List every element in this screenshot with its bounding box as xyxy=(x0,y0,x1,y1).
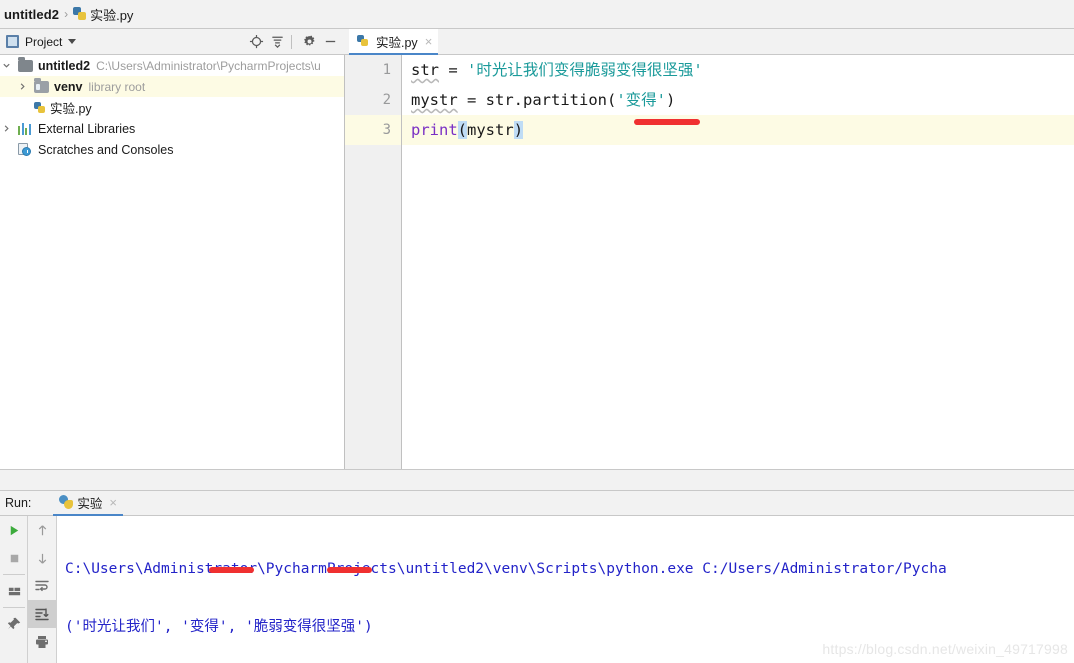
project-tree[interactable]: untitled2 C:\Users\Administrator\Pycharm… xyxy=(0,55,345,469)
collapse-all-icon[interactable] xyxy=(268,33,286,51)
folder-venv-icon xyxy=(34,78,49,93)
clear-all-icon[interactable] xyxy=(28,656,56,663)
gear-icon[interactable] xyxy=(300,33,318,51)
divider xyxy=(3,574,25,575)
code-token: = xyxy=(439,61,467,79)
project-window-icon xyxy=(6,35,19,48)
run-tab-label: 实验 xyxy=(77,496,103,511)
code-line-1[interactable]: str = '时光让我们变得脆弱变得很坚强' xyxy=(403,55,1074,85)
soft-wrap-icon[interactable] xyxy=(28,572,56,600)
editor-bottom-strip xyxy=(0,469,1074,491)
code-token: mystr xyxy=(411,91,458,109)
python-file-icon xyxy=(357,35,369,47)
breadcrumb-separator: › xyxy=(64,7,69,21)
run-toolbar-left xyxy=(0,516,28,663)
console-line: ('时光让我们', '变得', '脆弱变得很坚强') xyxy=(65,619,373,635)
code-token: ) xyxy=(665,91,676,109)
divider xyxy=(3,607,25,608)
line-number: 1 xyxy=(382,62,391,78)
python-file-icon xyxy=(34,101,46,114)
run-toolbar-console xyxy=(28,516,57,663)
layout-icon[interactable] xyxy=(0,577,28,605)
code-editor[interactable]: 1 2 3 str = '时光让我们变得脆弱变得很坚强' mystr = str… xyxy=(345,55,1074,469)
tree-label: 实验.py xyxy=(50,102,92,116)
code-line-2[interactable]: mystr = str.partition('变得') xyxy=(403,85,1074,115)
project-panel-title[interactable]: Project xyxy=(25,35,62,49)
run-panel-label: Run: xyxy=(5,496,32,510)
project-panel-header: Project xyxy=(0,29,345,55)
breadcrumb: untitled2 › 实验.py xyxy=(0,0,1074,29)
tab-shiyan-py[interactable]: 实验.py × xyxy=(349,29,439,55)
tree-row-file[interactable]: 实验.py xyxy=(0,97,344,118)
code-token-brace: ) xyxy=(513,121,524,139)
run-tab-shiyan[interactable]: 实验 × xyxy=(53,490,124,516)
print-icon[interactable] xyxy=(28,628,56,656)
chevron-down-icon[interactable] xyxy=(68,39,77,44)
tree-row[interactable]: untitled2 C:\Users\Administrator\Pycharm… xyxy=(0,55,344,76)
line-number: 3 xyxy=(345,115,401,145)
scroll-to-end-icon[interactable] xyxy=(28,600,56,628)
close-icon[interactable]: × xyxy=(425,35,433,48)
code-token: mystr xyxy=(467,121,514,139)
code-token-brace: ( xyxy=(457,121,468,139)
locate-icon[interactable] xyxy=(247,33,265,51)
tree-detail: C:\Users\Administrator\PycharmProjects\u xyxy=(96,58,321,73)
tree-label: untitled2 xyxy=(38,58,91,73)
editor-tabbar: 实验.py × xyxy=(345,29,1074,55)
libraries-icon xyxy=(18,122,33,135)
tree-row-scratches[interactable]: Scratches and Consoles xyxy=(0,139,344,160)
toolbar-divider xyxy=(291,34,292,49)
arrow-up-icon[interactable] xyxy=(28,516,56,544)
code-text-area[interactable]: str = '时光让我们变得脆弱变得很坚强' mystr = str.parti… xyxy=(403,55,1074,469)
code-line-3[interactable]: print(mystr) xyxy=(403,115,1074,145)
folder-icon xyxy=(18,57,33,72)
red-underline-console-1 xyxy=(209,567,254,573)
code-token: str xyxy=(411,61,439,79)
line-number: 2 xyxy=(382,92,391,108)
watermark: https://blog.csdn.net/weixin_49717998 xyxy=(822,641,1068,657)
code-token-function: print xyxy=(411,121,458,139)
breadcrumb-file[interactable]: 实验.py xyxy=(73,5,133,24)
arrow-down-icon[interactable] xyxy=(28,544,56,572)
close-icon[interactable]: × xyxy=(109,496,117,509)
run-icon[interactable] xyxy=(0,516,28,544)
tree-label: venv xyxy=(54,79,83,94)
line-number-gutter: 1 2 3 xyxy=(345,55,402,469)
tree-label: Scratches and Consoles xyxy=(38,142,174,157)
run-panel-header: Run: 实验 × xyxy=(0,490,1074,516)
tree-label: External Libraries xyxy=(38,121,136,136)
tab-label: 实验.py xyxy=(376,35,418,50)
tree-detail: library root xyxy=(88,79,146,94)
pycharm-window: untitled2 › 实验.py Project untitled2 C:\U… xyxy=(0,0,1074,663)
python-icon xyxy=(59,495,74,509)
chevron-down-icon[interactable] xyxy=(2,61,18,70)
code-token: = str.partition( xyxy=(457,91,617,109)
chevron-right-icon[interactable] xyxy=(2,124,18,133)
code-token-string: '变得' xyxy=(616,91,666,109)
breadcrumb-project[interactable]: untitled2 xyxy=(4,7,59,22)
chevron-right-icon[interactable] xyxy=(18,82,34,91)
red-underline-console-2 xyxy=(327,567,372,573)
minimize-icon[interactable] xyxy=(321,33,339,51)
code-token-string: '时光让我们变得脆弱变得很坚强' xyxy=(467,61,703,79)
stop-icon[interactable] xyxy=(0,544,28,572)
tree-row-external-libraries[interactable]: External Libraries xyxy=(0,118,344,139)
red-underline-editor xyxy=(634,119,700,125)
pin-icon[interactable] xyxy=(0,610,28,638)
breadcrumb-file-label: 实验.py xyxy=(90,7,134,23)
scratches-icon xyxy=(18,143,33,156)
tree-row-venv[interactable]: venv library root xyxy=(0,76,344,97)
python-file-icon xyxy=(73,7,87,21)
